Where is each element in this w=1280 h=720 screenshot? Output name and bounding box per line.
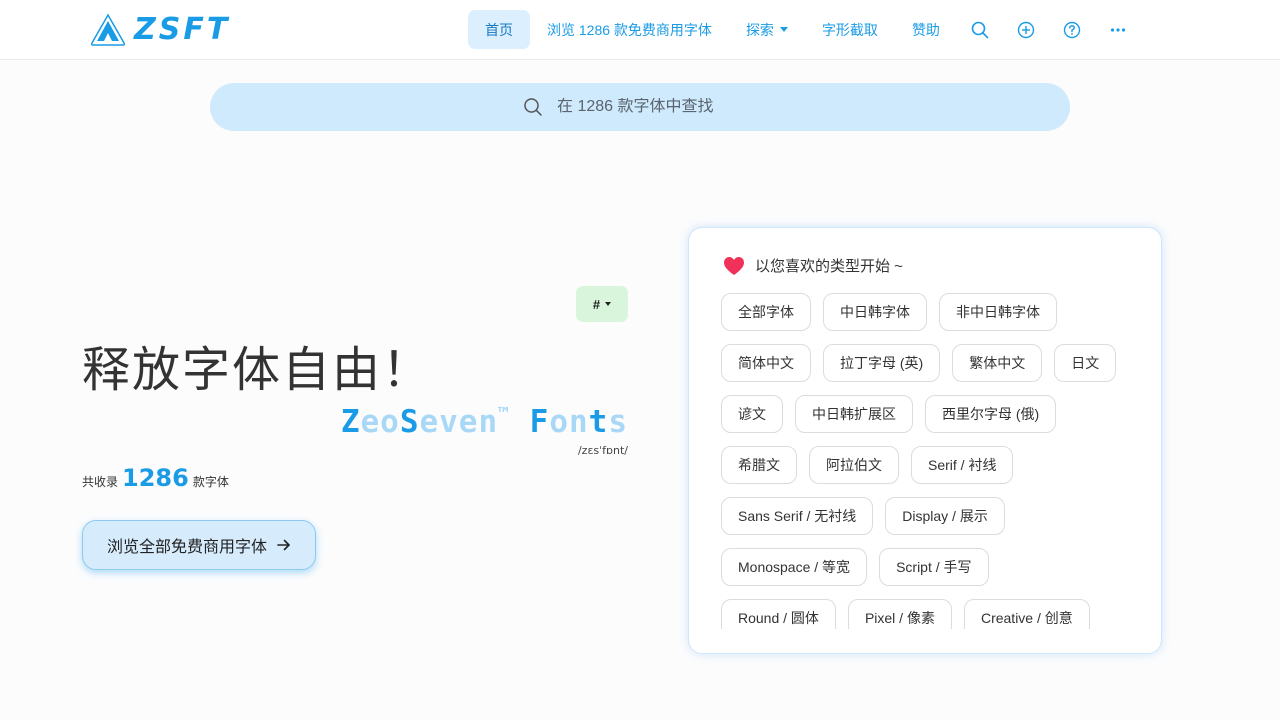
search-icon [524,98,542,116]
nav-help-button[interactable] [1049,10,1095,49]
tag-cjk[interactable]: 中日韩字体 [823,293,927,331]
brand-part: t [588,404,609,440]
tag-non-cjk[interactable]: 非中日韩字体 [939,293,1057,331]
nav-more-button[interactable] [1095,10,1141,49]
more-icon [1110,27,1126,32]
plus-circle-icon [1017,21,1035,38]
brand-part: on [549,404,589,440]
nav-explore-dropdown[interactable]: 探索 [729,10,805,49]
brand-part: s [608,404,628,440]
nav-glyph-capture[interactable]: 字形截取 [805,10,895,49]
logo-text: ZSFT [134,12,231,47]
brand-part [510,404,530,440]
panel-title: 以您喜欢的类型开始 ~ [755,258,903,275]
search-input[interactable] [557,98,757,116]
tag-latin[interactable]: 拉丁字母 (英) [823,344,941,382]
panel-header: 以您喜欢的类型开始 ~ [723,255,903,276]
phonetic-transcription: /zɛsˈfɒnt/ [577,444,628,457]
hero-headline: 释放字体自由！ [82,344,433,397]
tag-cyrillic[interactable]: 西里尔字母 (俄) [925,395,1057,433]
nav-explore-label: 探索 [745,21,774,38]
brand-part: even [419,404,499,440]
search-icon [971,21,989,38]
heart-icon [724,256,744,275]
brand-part: ™ [498,404,510,425]
tag-all-fonts[interactable]: 全部字体 [721,293,811,331]
hash-dropdown-button[interactable]: # [576,286,628,322]
hash-label: # [592,296,601,312]
tag-display[interactable]: Display / 展示 [885,497,1005,535]
font-count: 共收录 1286 款字体 [82,464,229,492]
nav-browse-label: 浏览 1286 款免费商用字体 [547,21,712,38]
nav-sponsor-label: 赞助 [911,21,940,38]
caret-down-icon [779,27,788,32]
tag-row: 简体中文 拉丁字母 (英) 繁体中文 日文 [721,344,1141,382]
count-number: 1286 [122,464,189,492]
tag-hangul[interactable]: 谚文 [721,395,783,433]
tag-japanese[interactable]: 日文 [1054,344,1117,382]
brand-wordmark: ZeoSeven™ Fonts [341,404,628,440]
category-panel: 以您喜欢的类型开始 ~ 全部字体 中日韩字体 非中日韩字体 简体中文 拉丁字母 … [688,227,1162,654]
tag-serif[interactable]: Serif / 衬线 [911,446,1014,484]
arrow-right-icon [277,539,290,551]
browse-all-button[interactable]: 浏览全部免费商用字体 [82,520,316,570]
tag-script[interactable]: Script / 手写 [879,548,989,586]
nav-search-button[interactable] [957,10,1003,49]
nav-sponsor[interactable]: 赞助 [895,10,957,49]
count-suffix: 款字体 [192,475,229,489]
tag-cjk-extension[interactable]: 中日韩扩展区 [795,395,913,433]
tag-row: Sans Serif / 无衬线 Display / 展示 [721,497,1141,535]
brand-part: Z [340,404,361,440]
tag-monospace[interactable]: Monospace / 等宽 [721,548,868,586]
tag-row: 谚文 中日韩扩展区 西里尔字母 (俄) [721,395,1141,433]
tag-sans-serif[interactable]: Sans Serif / 无衬线 [721,497,874,535]
tag-round[interactable]: Round / 圆体 [721,599,836,629]
logo-mark-icon [90,13,126,46]
tag-creative[interactable]: Creative / 创意 [963,599,1090,629]
tag-row: 希腊文 阿拉伯文 Serif / 衬线 [721,446,1141,484]
navbar: ZSFT 首页 浏览 1286 款免费商用字体 探索 字形截取 赞助 [0,0,1280,60]
tag-greek[interactable]: 希腊文 [721,446,797,484]
tag-pixel[interactable]: Pixel / 像素 [847,599,952,629]
tag-row: 全部字体 中日韩字体 非中日韩字体 [721,293,1141,331]
tag-simplified-chinese[interactable]: 简体中文 [721,344,811,382]
tag-row: Monospace / 等宽 Script / 手写 [721,548,1141,586]
tag-row: Round / 圆体 Pixel / 像素 Creative / 创意 [721,599,1141,629]
logo[interactable]: ZSFT [90,13,230,47]
brand-part: F [529,404,550,440]
tag-arabic[interactable]: 阿拉伯文 [809,446,899,484]
question-circle-icon [1063,21,1081,38]
count-prefix: 共收录 [82,475,119,489]
font-search-bar[interactable] [210,83,1070,131]
nav-home-label: 首页 [485,21,513,38]
tag-traditional-chinese[interactable]: 繁体中文 [952,344,1043,382]
brand-part: eo [360,404,400,440]
brand-part: S [399,404,420,440]
category-tags: 全部字体 中日韩字体 非中日韩字体 简体中文 拉丁字母 (英) 繁体中文 日文 … [721,293,1141,629]
browse-all-label: 浏览全部免费商用字体 [106,539,267,556]
main-nav: 首页 浏览 1286 款免费商用字体 探索 字形截取 赞助 [468,10,1141,49]
nav-glyph-capture-label: 字形截取 [821,21,878,38]
caret-down-icon [605,302,612,306]
nav-add-button[interactable] [1003,10,1049,49]
nav-browse[interactable]: 浏览 1286 款免费商用字体 [530,10,729,49]
nav-home[interactable]: 首页 [468,10,530,49]
